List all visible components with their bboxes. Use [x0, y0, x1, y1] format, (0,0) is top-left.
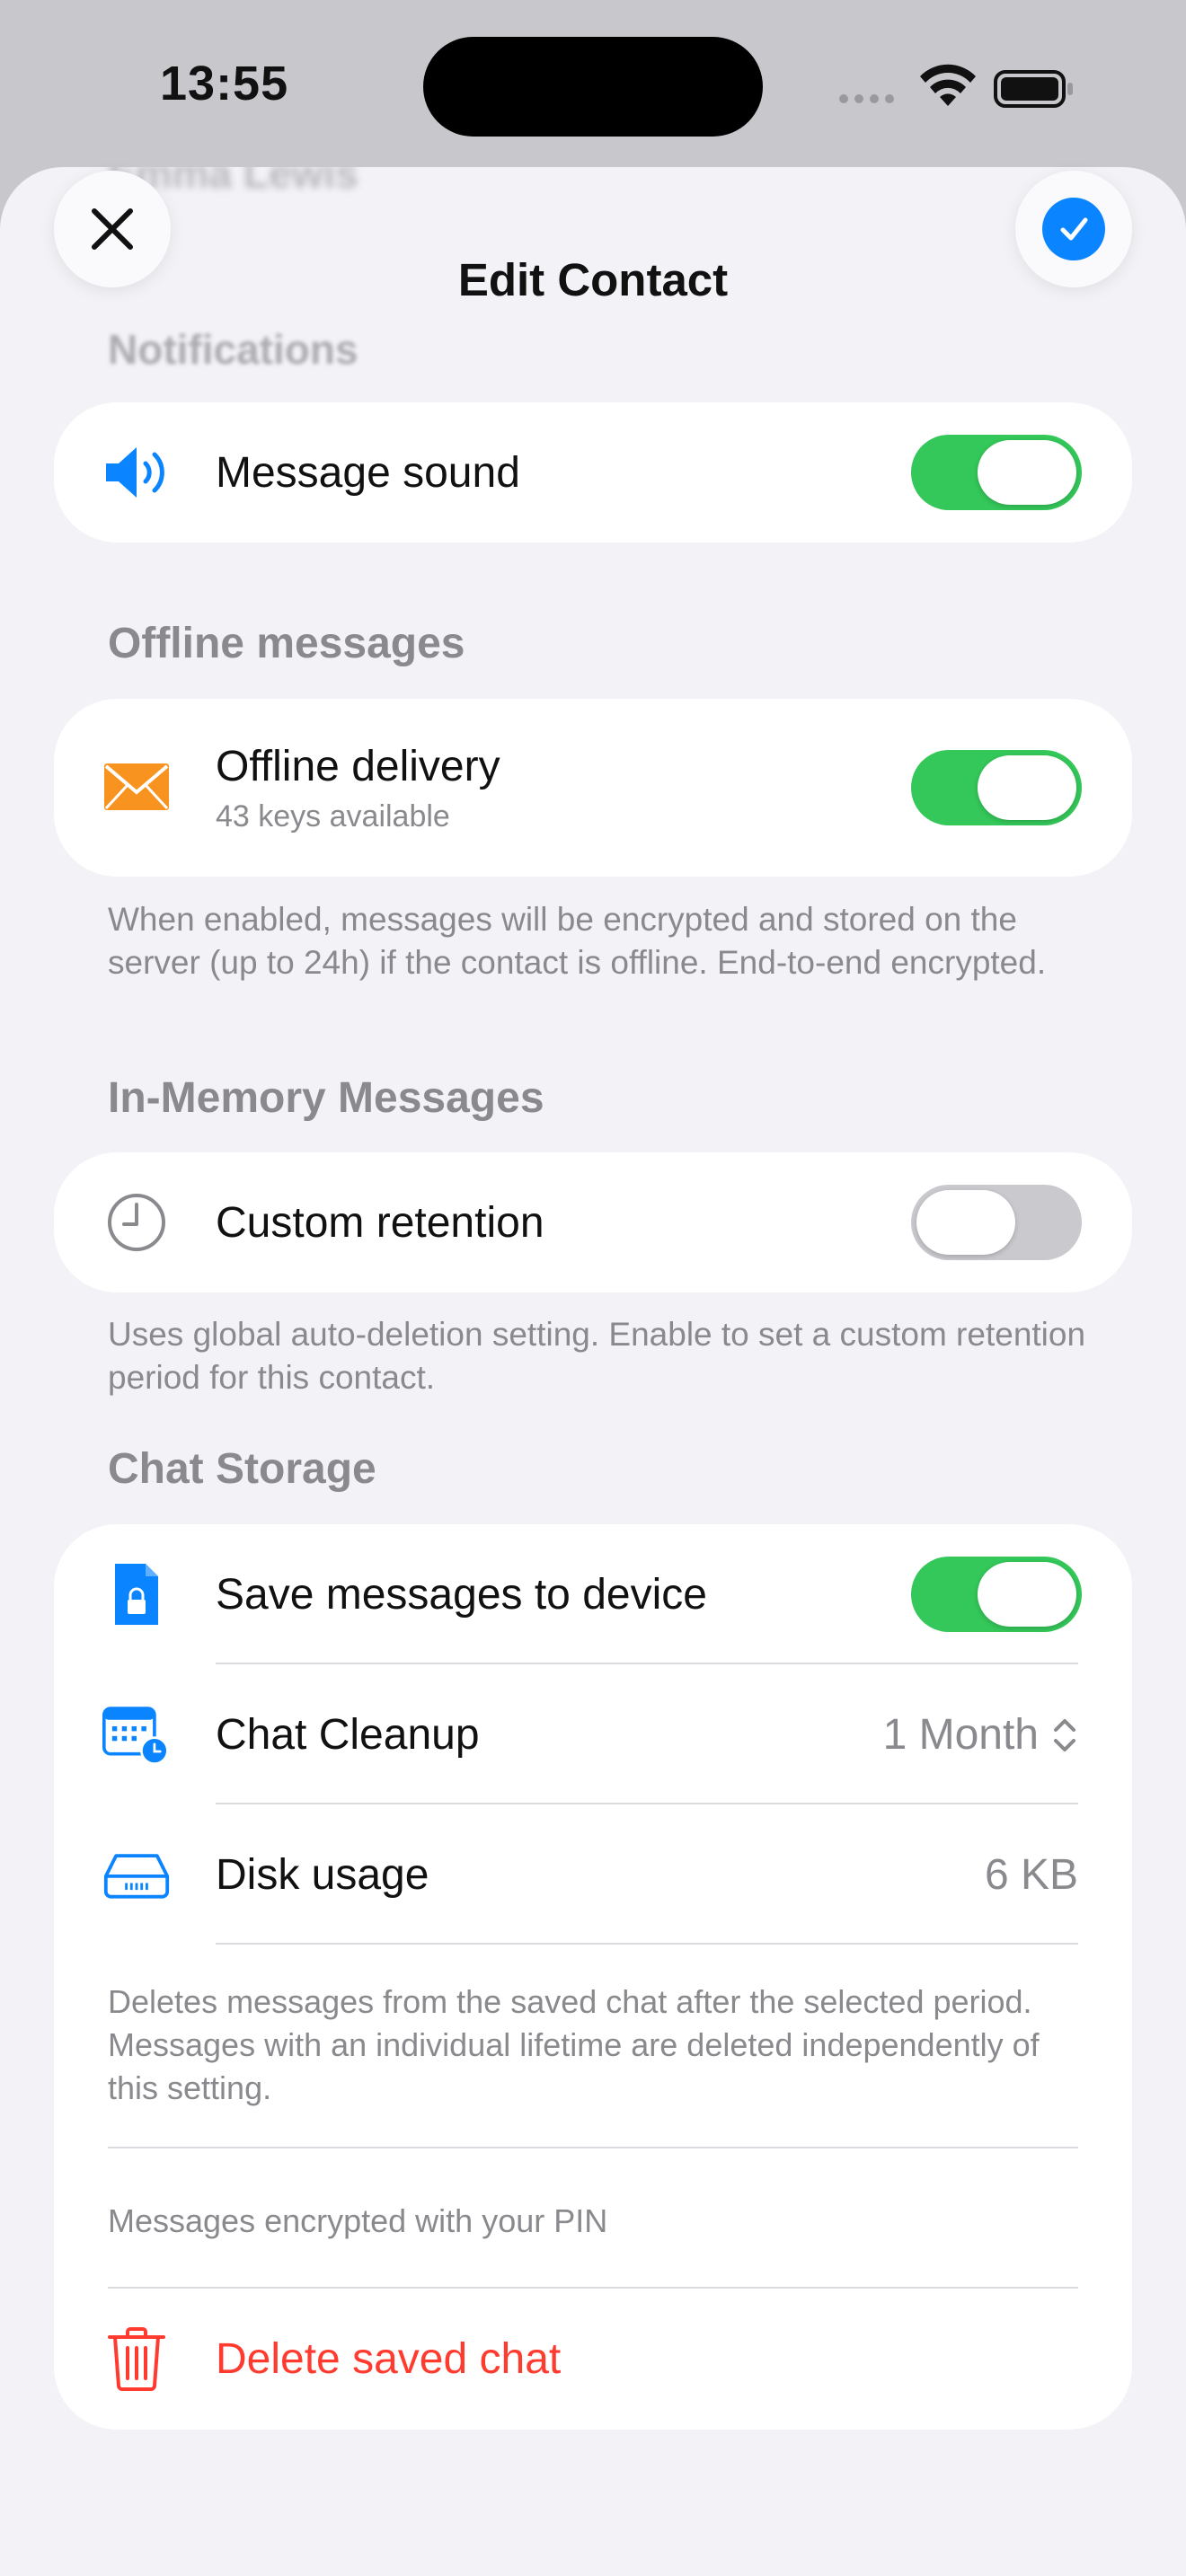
- close-icon: [92, 208, 133, 250]
- offline-delivery-label: Offline delivery: [216, 743, 500, 790]
- save-messages-toggle[interactable]: [911, 1557, 1082, 1632]
- trash-icon: [108, 2327, 165, 2391]
- cleanup-note: Deletes messages from the saved chat aft…: [108, 1983, 1040, 2106]
- status-icons: [839, 64, 1073, 108]
- in-memory-footnote: Uses global auto-deletion setting. Enabl…: [108, 1316, 1086, 1396]
- chat-cleanup-value: 1 Month: [882, 1711, 1039, 1759]
- status-bar: 13:55: [0, 0, 1186, 171]
- custom-retention-toggle[interactable]: [911, 1185, 1082, 1260]
- disk-usage-row: Disk usage 6 KB: [54, 1804, 1132, 1945]
- divider: [108, 2147, 1078, 2148]
- offline-delivery-subtitle: 43 keys available: [216, 799, 450, 834]
- status-time: 13:55: [160, 57, 289, 110]
- dynamic-island: [423, 37, 763, 137]
- save-messages-label: Save messages to device: [216, 1571, 707, 1619]
- message-sound-label: Message sound: [216, 449, 520, 497]
- chat-storage-card: Save messages to device Chat Cleanup 1 M…: [54, 1524, 1132, 2430]
- divider: [216, 1943, 1078, 1945]
- offline-messages-section-label: Offline messages: [108, 620, 465, 667]
- envelope-icon: [104, 763, 169, 810]
- disk-usage-value: 6 KB: [984, 1851, 1078, 1899]
- notifications-section-label: Notifications: [108, 326, 358, 373]
- chevron-up-down-icon: [1054, 1718, 1075, 1751]
- disk-drive-icon: [103, 1854, 170, 1899]
- offline-delivery-toggle[interactable]: [911, 750, 1082, 825]
- battery-icon: [994, 70, 1073, 108]
- wifi-icon: [920, 64, 976, 106]
- cellular-dots-icon: [839, 94, 894, 103]
- custom-retention-label: Custom retention: [216, 1199, 544, 1247]
- locked-document-icon: [115, 1564, 158, 1625]
- offline-footnote: When enabled, messages will be encrypted…: [108, 901, 1047, 981]
- custom-retention-row[interactable]: Custom retention: [54, 1152, 1132, 1292]
- save-messages-row[interactable]: Save messages to device: [54, 1524, 1132, 1664]
- in-memory-card: Custom retention: [54, 1152, 1132, 1292]
- pin-note: Messages encrypted with your PIN: [108, 2202, 608, 2239]
- offline-delivery-row[interactable]: Offline delivery 43 keys available: [54, 699, 1132, 877]
- disk-usage-label: Disk usage: [216, 1851, 429, 1899]
- done-button[interactable]: [1015, 171, 1132, 287]
- delete-saved-chat-label: Delete saved chat: [216, 2335, 562, 2383]
- message-sound-toggle[interactable]: [911, 435, 1082, 510]
- offline-card: Offline delivery 43 keys available: [54, 699, 1132, 877]
- speaker-icon: [106, 447, 164, 498]
- delete-saved-chat-row[interactable]: Delete saved chat: [54, 2289, 1132, 2430]
- page-title: Edit Contact: [457, 254, 729, 305]
- chat-cleanup-row[interactable]: Chat Cleanup 1 Month: [54, 1664, 1132, 1804]
- clock-icon: [108, 1194, 165, 1251]
- message-sound-row[interactable]: Message sound: [54, 402, 1132, 543]
- calendar-clock-icon: [102, 1707, 169, 1765]
- notifications-card: Message sound: [54, 402, 1132, 543]
- chat-cleanup-label: Chat Cleanup: [216, 1711, 480, 1759]
- in-memory-section-label: In-Memory Messages: [108, 1074, 544, 1122]
- checkmark-icon: [1060, 217, 1088, 241]
- chat-cleanup-picker[interactable]: 1 Month: [883, 1710, 1078, 1760]
- chat-storage-section-label: Chat Storage: [108, 1445, 376, 1493]
